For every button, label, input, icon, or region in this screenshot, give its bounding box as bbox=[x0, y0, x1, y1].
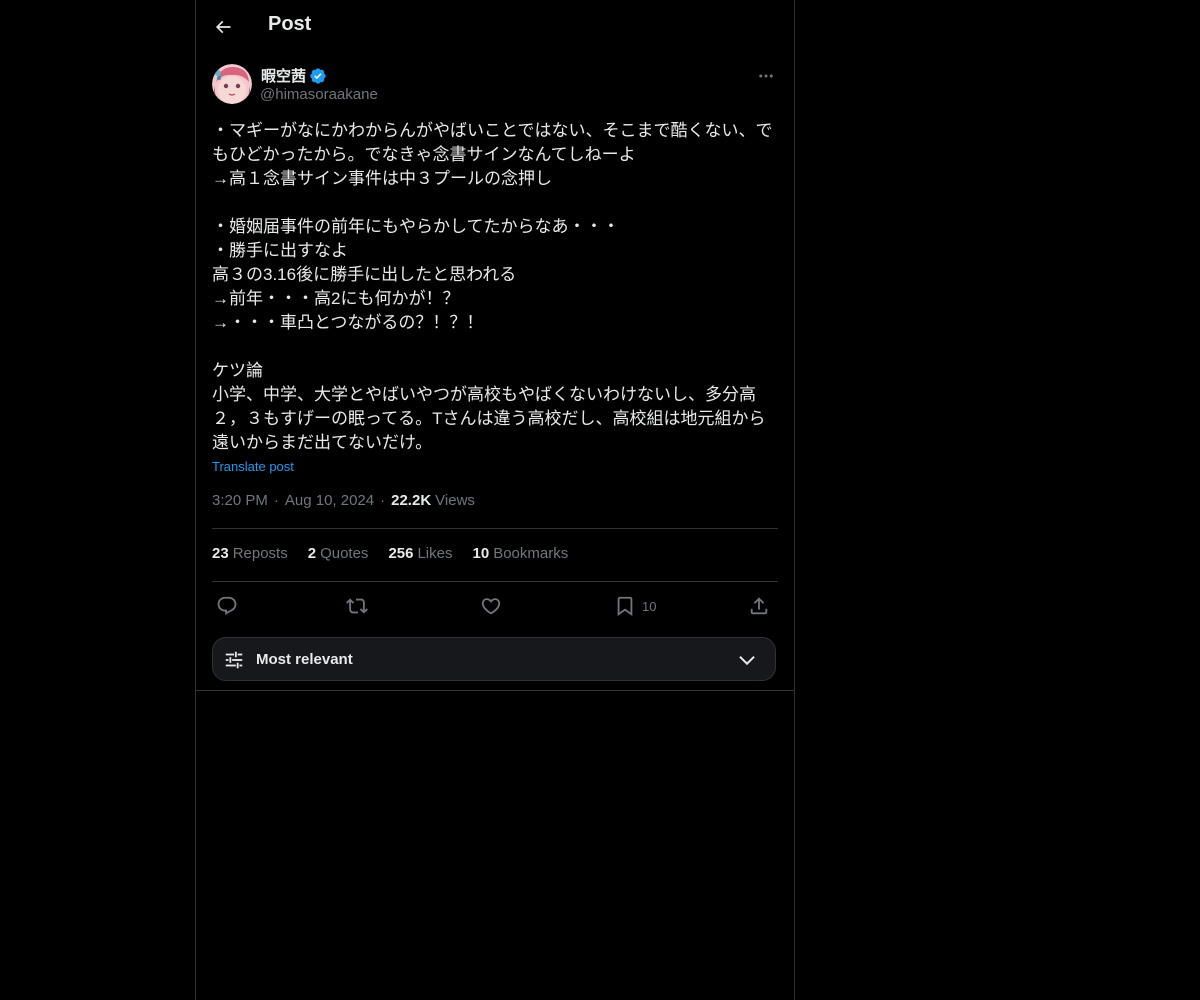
reposts-stat[interactable]: 23 Reposts bbox=[212, 545, 288, 562]
post-date[interactable]: Aug 10, 2024 bbox=[285, 492, 374, 509]
reply-icon bbox=[217, 596, 237, 615]
post-text-line: ・婚姻届事件の前年にもやらかしてたからなあ・・・ bbox=[212, 217, 620, 236]
quotes-label: Quotes bbox=[320, 545, 369, 562]
divider bbox=[212, 528, 778, 529]
primary-column: Post 暇空茜 @himasoraakane ・マギーがなにかわからんがやばい… bbox=[195, 0, 795, 1000]
display-name[interactable]: 暇空茜 bbox=[261, 65, 306, 86]
post-time[interactable]: 3:20 PM bbox=[212, 492, 268, 509]
meta-separator: · bbox=[273, 492, 279, 509]
post-text: ・マギーがなにかわからんがやばいことではない、そこまで酷くない、で もひどかった… bbox=[212, 119, 782, 455]
bookmarks-count: 10 bbox=[472, 545, 490, 562]
post-actions: 10 bbox=[212, 592, 778, 620]
chevron-down-icon bbox=[739, 655, 755, 666]
post-text-line: →・・・車凸とつながるの？！？！ bbox=[212, 313, 484, 332]
likes-label: Likes bbox=[417, 545, 453, 562]
back-button[interactable] bbox=[206, 10, 240, 44]
verified-badge-icon bbox=[310, 67, 326, 84]
arrow-left-icon bbox=[215, 20, 231, 34]
post-text-line: ・マギーがなにかわからんがやばいことではない、そこまで酷くない、で bbox=[212, 121, 773, 140]
more-button[interactable] bbox=[754, 64, 778, 88]
quotes-stat[interactable]: 2 Quotes bbox=[308, 545, 369, 562]
reply-button[interactable] bbox=[216, 592, 238, 620]
repost-icon bbox=[346, 598, 368, 614]
avatar[interactable] bbox=[212, 64, 252, 104]
post-meta: 3:20 PM · Aug 10, 2024 · 22.2K Views bbox=[212, 492, 475, 509]
post-text-line: →高１念書サイン事件は中３プールの念押し bbox=[212, 169, 552, 188]
views-label: Views bbox=[435, 492, 475, 509]
more-dots-icon bbox=[759, 74, 773, 78]
post-text-line: 高３の3.16後に勝手に出したと思われる bbox=[212, 265, 517, 284]
page-title: Post bbox=[268, 13, 312, 35]
author-handle[interactable]: @himasoraakane bbox=[260, 86, 378, 103]
post-text-line: 遠いからまだ出てないだけ。 bbox=[212, 433, 433, 452]
bookmark-icon bbox=[617, 596, 633, 617]
post-text-line: もひどかったから。でなきゃ念書サインなんてしねーよ bbox=[212, 145, 636, 164]
like-button[interactable] bbox=[480, 592, 502, 620]
reposts-count: 23 bbox=[212, 545, 229, 562]
divider bbox=[212, 581, 778, 582]
share-button[interactable] bbox=[748, 592, 770, 620]
post-text-line: ２，３もすげーの眠ってる。Tさんは違う高校だし、高校組は地元組から bbox=[212, 409, 766, 428]
sort-label: Most relevant bbox=[256, 651, 353, 668]
post-text-line: ・勝手に出すなよ bbox=[212, 241, 348, 260]
post-text-line: →前年・・・高2にも何かが！？ bbox=[212, 289, 460, 308]
bookmarks-stat[interactable]: 10 Bookmarks bbox=[473, 545, 569, 562]
post-text-line: 小学、中学、大学とやばいやつが高校もやばくないわけないし、多分高 bbox=[212, 385, 756, 404]
likes-stat[interactable]: 256 Likes bbox=[388, 545, 452, 562]
post-text-line bbox=[212, 335, 782, 359]
meta-separator: · bbox=[380, 492, 386, 509]
sliders-icon bbox=[225, 651, 243, 669]
bookmark-button[interactable]: 10 bbox=[614, 592, 656, 620]
section-divider bbox=[196, 690, 794, 691]
engagement-stats: 23 Reposts 2 Quotes 256 Likes 10 Bookmarks bbox=[212, 545, 568, 562]
page-header: Post bbox=[196, 0, 794, 54]
share-icon bbox=[750, 597, 768, 615]
heart-icon bbox=[481, 598, 501, 615]
bookmarks-label: Bookmarks bbox=[493, 545, 569, 562]
reply-sort-dropdown[interactable]: Most relevant bbox=[212, 637, 776, 681]
bookmark-count: 10 bbox=[642, 598, 657, 614]
translate-post-link[interactable]: Translate post bbox=[212, 459, 294, 474]
display-name-row: 暇空茜 bbox=[261, 65, 327, 86]
reposts-label: Reposts bbox=[232, 545, 288, 562]
post-author: 暇空茜 @himasoraakane bbox=[212, 64, 778, 108]
quotes-count: 2 bbox=[307, 545, 317, 562]
views-count: 22.2K bbox=[391, 492, 432, 509]
repost-button[interactable] bbox=[346, 592, 368, 620]
post-text-line: ケツ論 bbox=[212, 361, 263, 380]
post-text-line bbox=[212, 191, 782, 215]
likes-count: 256 bbox=[388, 545, 414, 562]
